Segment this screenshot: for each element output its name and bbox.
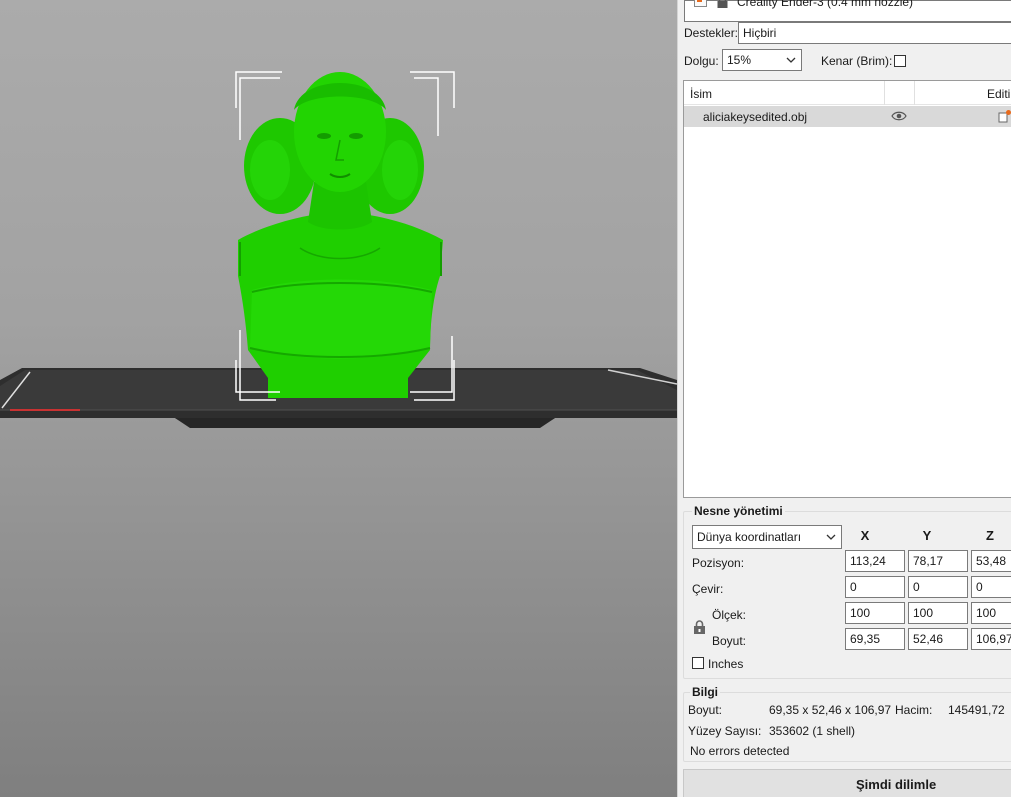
column-divider [884,81,885,105]
model-bust[interactable] [238,72,443,398]
position-x-field[interactable]: 113,24 [845,550,905,572]
3d-viewport[interactable] [0,0,677,797]
scale-label: Ölçek: [712,608,747,622]
scale-x-field[interactable]: 100 [845,602,905,624]
lock-icon [716,0,729,11]
info-facets-value: 353602 (1 shell) [769,724,856,738]
list-item[interactable]: aliciakeysedited.obj [684,106,1011,127]
info-volume-value: 145491,72 [948,703,1005,717]
object-manipulation-title: Nesne yönetimi [692,504,785,518]
object-list[interactable]: İsim Editin aliciakeysedited.obj [683,80,1011,498]
rotation-label: Çevir: [692,582,724,596]
eye-icon[interactable] [891,110,907,125]
scale-y-field[interactable]: 100 [908,602,968,624]
brim-checkbox[interactable] [894,55,906,67]
supports-value: Hiçbiri [743,26,777,40]
rotation-z-field[interactable]: 0 [971,576,1011,598]
object-name: aliciakeysedited.obj [703,110,808,124]
coordinate-system-select[interactable]: Dünya koordinatları [692,525,842,549]
object-list-header: İsim Editin [684,81,1011,105]
axis-y-header: Y [922,528,932,543]
axis-x-header: X [860,528,870,543]
printer-name: Creality Ender-3 (0.4 mm nozzle) [737,0,914,9]
info-facets-label: Yüzey Sayısı: [688,724,762,738]
lock-icon[interactable] [693,620,706,637]
position-y-field[interactable]: 78,17 [908,550,968,572]
column-editing[interactable]: Editin [987,87,1011,101]
info-size-label: Boyut: [688,703,723,717]
chevron-down-icon [826,534,836,540]
column-name[interactable]: İsim [690,87,712,101]
supports-label: Destekler: [684,26,739,40]
settings-panel: Creality Ender-3 (0.4 mm nozzle) Destekl… [677,0,1011,797]
info-size-value: 69,35 x 52,46 x 106,97 [769,703,892,717]
size-x-field[interactable]: 69,35 [845,628,905,650]
inches-checkbox[interactable] [692,657,704,669]
info-errors: No errors detected [690,744,790,758]
column-divider [914,81,915,105]
brim-label: Kenar (Brim): [821,54,893,68]
size-label: Boyut: [712,634,747,648]
chevron-down-icon [786,57,796,63]
rotation-x-field[interactable]: 0 [845,576,905,598]
size-z-field[interactable]: 106,97 [971,628,1011,650]
info-title: Bilgi [690,685,720,699]
rotation-y-field[interactable]: 0 [908,576,968,598]
inches-label: Inches [708,657,744,671]
position-label: Pozisyon: [692,556,745,570]
infill-label: Dolgu: [684,54,719,68]
position-z-field[interactable]: 53,48 [971,550,1011,572]
infill-select[interactable]: 15% [722,49,802,71]
size-y-field[interactable]: 52,46 [908,628,968,650]
info-volume-label: Hacim: [895,703,933,717]
axis-z-header: Z [986,528,994,543]
coordinate-system-value: Dünya koordinatları [697,530,802,544]
slice-now-button[interactable]: Şimdi dilimle [683,769,1011,797]
edit-settings-icon[interactable] [998,109,1011,126]
infill-value: 15% [727,53,752,67]
printer-icon [694,0,707,7]
scale-z-field[interactable]: 100 [971,602,1011,624]
supports-select[interactable]: Hiçbiri [738,22,1011,44]
